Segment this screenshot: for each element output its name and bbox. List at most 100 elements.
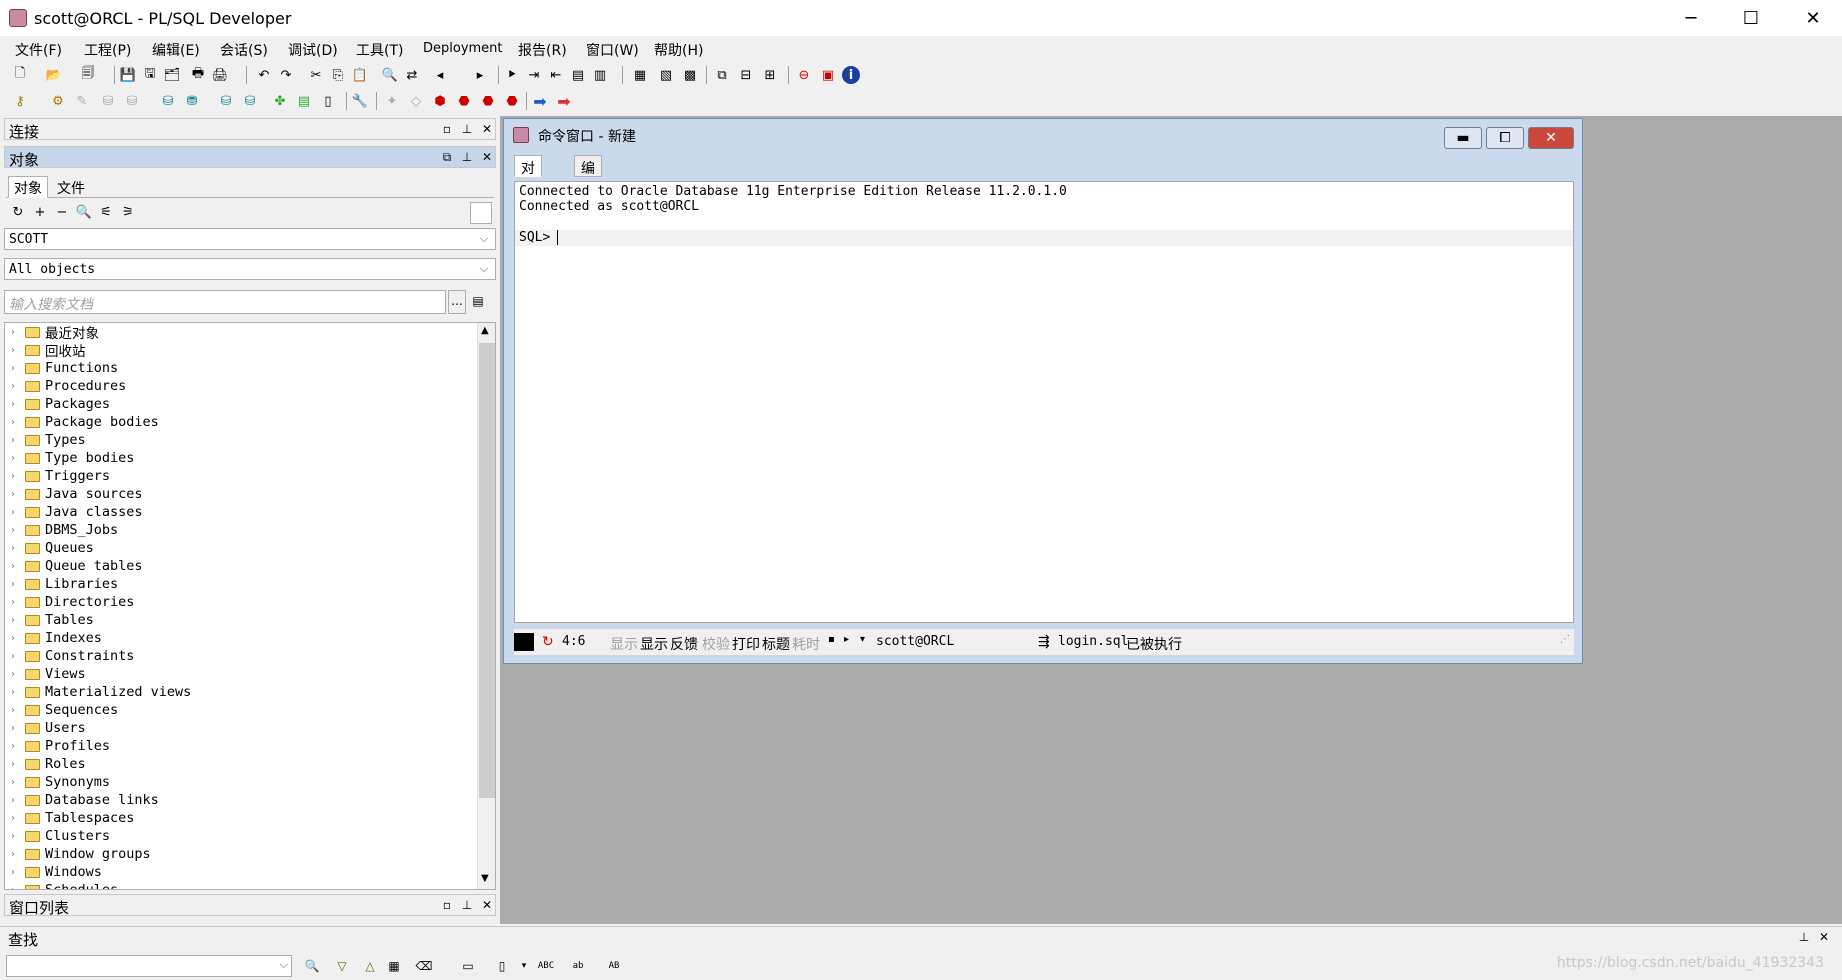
find-icon[interactable]: 🔍 — [302, 957, 322, 975]
tree-item[interactable]: › Synonyms — [5, 773, 495, 791]
step-into-icon[interactable]: ⬣ — [454, 91, 474, 111]
expand-arrow-icon[interactable]: › — [11, 867, 25, 878]
tree-item[interactable]: › Tables — [5, 611, 495, 629]
minimize-button[interactable]: ─ — [1662, 0, 1720, 36]
unindent-icon[interactable]: ⇤ — [546, 65, 566, 85]
tree-item[interactable]: › Roles — [5, 755, 495, 773]
search-input[interactable]: 输入搜索文档 — [4, 290, 446, 314]
highlight-icon[interactable]: ▦ — [384, 957, 404, 975]
refresh-icon[interactable]: ↻ — [8, 202, 28, 222]
menu-help[interactable]: 帮助(H) — [654, 40, 703, 60]
expand-arrow-icon[interactable]: › — [11, 489, 25, 500]
tab-dialog[interactable]: 对话框 — [514, 155, 542, 217]
tile-horizontal-icon[interactable]: ⊟ — [736, 65, 756, 85]
expand-arrow-icon[interactable]: › — [11, 633, 25, 644]
expand-arrow-icon[interactable]: › — [11, 831, 25, 842]
wrench-icon[interactable]: 🔧 — [350, 91, 370, 111]
timing-toggle[interactable]: 耗时 — [792, 634, 820, 654]
print-toggle[interactable]: 打印 — [732, 634, 760, 654]
tree-item[interactable]: › Queue tables — [5, 557, 495, 575]
pin-icon[interactable]: ⊥ — [459, 149, 475, 165]
doc-icon[interactable]: ▯ — [318, 91, 338, 111]
regex-icon[interactable]: AB — [604, 957, 624, 975]
db-connect-icon[interactable]: ⛁ — [158, 91, 178, 111]
tile-vertical-icon[interactable]: ⊞ — [760, 65, 780, 85]
expand-arrow-icon[interactable]: › — [11, 507, 25, 518]
command-output-area[interactable]: Connected to Oracle Database 11g Enterpr… — [514, 181, 1574, 623]
pen-icon[interactable]: ✎ — [72, 91, 92, 111]
tree-item[interactable]: › Libraries — [5, 575, 495, 593]
maximize-button[interactable]: ⧠ — [1486, 127, 1524, 149]
expand-arrow-icon[interactable]: › — [11, 363, 25, 374]
expand-arrow-icon[interactable]: › — [11, 705, 25, 716]
bookmark-icon[interactable]: ✦ — [382, 91, 402, 111]
tree-item[interactable]: › DBMS_Jobs — [5, 521, 495, 539]
find-previous-icon[interactable]: △ — [360, 957, 380, 975]
tree-item[interactable]: › Java sources — [5, 485, 495, 503]
expand-arrow-icon[interactable]: › — [11, 453, 25, 464]
compile-icon[interactable]: ✤ — [270, 91, 290, 111]
tree-item[interactable]: › Schedules — [5, 881, 495, 889]
tree-item[interactable]: › Java classes — [5, 503, 495, 521]
color-box[interactable] — [470, 202, 492, 224]
menu-window[interactable]: 窗口(W) — [586, 40, 639, 60]
expand-arrow-icon[interactable]: › — [11, 525, 25, 536]
expand-arrow-icon[interactable]: › — [11, 327, 25, 338]
expand-arrow-icon[interactable]: › — [11, 651, 25, 662]
tree-item[interactable]: › Queues — [5, 539, 495, 557]
db-grey2-icon[interactable]: ⛁ — [122, 91, 142, 111]
close-icon[interactable]: ✕ — [479, 121, 495, 137]
restore-icon[interactable]: ▫ — [439, 897, 455, 913]
settings-icon[interactable]: ⚙ — [48, 91, 68, 111]
tree-scrollbar[interactable]: ▲ ▼ — [477, 323, 495, 889]
describe-icon[interactable]: ▦ — [630, 65, 650, 85]
query-builder-icon[interactable]: ▧ — [656, 65, 676, 85]
redo-icon[interactable]: ↷ — [276, 65, 296, 85]
key-icon[interactable]: ⚷ — [10, 91, 30, 111]
db-grey-icon[interactable]: ⛁ — [98, 91, 118, 111]
step-out-icon[interactable]: ⬣ — [502, 91, 522, 111]
expand-arrow-icon[interactable]: › — [11, 543, 25, 554]
step-over-icon[interactable]: ⬣ — [478, 91, 498, 111]
chevron-down-icon[interactable]: ⌵ — [280, 958, 288, 972]
maximize-button[interactable]: ☐ — [1722, 0, 1780, 36]
expand-arrow-icon[interactable]: › — [11, 813, 25, 824]
paste-icon[interactable]: 📋 — [350, 65, 370, 85]
tree-item[interactable]: › Packages — [5, 395, 495, 413]
chevron-down-icon[interactable]: ▾ — [514, 957, 534, 975]
expand-arrow-icon[interactable]: › — [11, 777, 25, 788]
arrow-right-blue-icon[interactable]: ➡ — [530, 91, 550, 111]
menu-tools[interactable]: 工具(T) — [356, 40, 403, 60]
tree-item[interactable]: › Indexes — [5, 629, 495, 647]
close-icon[interactable]: ✕ — [1816, 929, 1832, 945]
expand-arrow-icon[interactable]: › — [11, 471, 25, 482]
whole-word-icon[interactable]: ab — [568, 957, 588, 975]
forward-icon[interactable]: ▸ — [470, 65, 490, 85]
tree-item[interactable]: › Materialized views — [5, 683, 495, 701]
cascade-icon[interactable]: ⧉ — [712, 65, 732, 85]
menu-edit[interactable]: 编辑(E) — [152, 40, 200, 60]
search-doc-icon[interactable]: ▤ — [470, 294, 486, 310]
oracle-icon[interactable]: ⊖ — [794, 65, 814, 85]
expand-arrow-icon[interactable]: › — [11, 615, 25, 626]
pin-icon[interactable]: ⊥ — [459, 121, 475, 137]
menu-debug[interactable]: 调试(D) — [288, 40, 338, 60]
minimize-button[interactable]: ▬ — [1444, 127, 1482, 149]
pin-icon[interactable]: ⊥ — [459, 897, 475, 913]
tree-item[interactable]: › Profiles — [5, 737, 495, 755]
menu-deployment[interactable]: Deployment — [423, 41, 503, 56]
pdf-icon[interactable]: ▣ — [818, 65, 838, 85]
close-icon[interactable]: ✕ — [479, 897, 495, 913]
tree-item[interactable]: › Types — [5, 431, 495, 449]
expand-arrow-icon[interactable]: › — [11, 399, 25, 410]
close-button[interactable]: ✕ — [1528, 127, 1574, 149]
remove-icon[interactable]: − — [52, 202, 72, 222]
tab-objects[interactable]: 对象 — [8, 176, 48, 198]
find-input[interactable]: ⌵ — [6, 955, 292, 977]
print-setup-icon[interactable]: 🖨 — [210, 65, 230, 85]
tree-item[interactable]: › Views — [5, 665, 495, 683]
report-icon[interactable]: ▤ — [294, 91, 314, 111]
reopen-icon[interactable]: 🗐 — [78, 65, 98, 85]
back-icon[interactable]: ◂ — [430, 65, 450, 85]
tree-item[interactable]: › Database links — [5, 791, 495, 809]
